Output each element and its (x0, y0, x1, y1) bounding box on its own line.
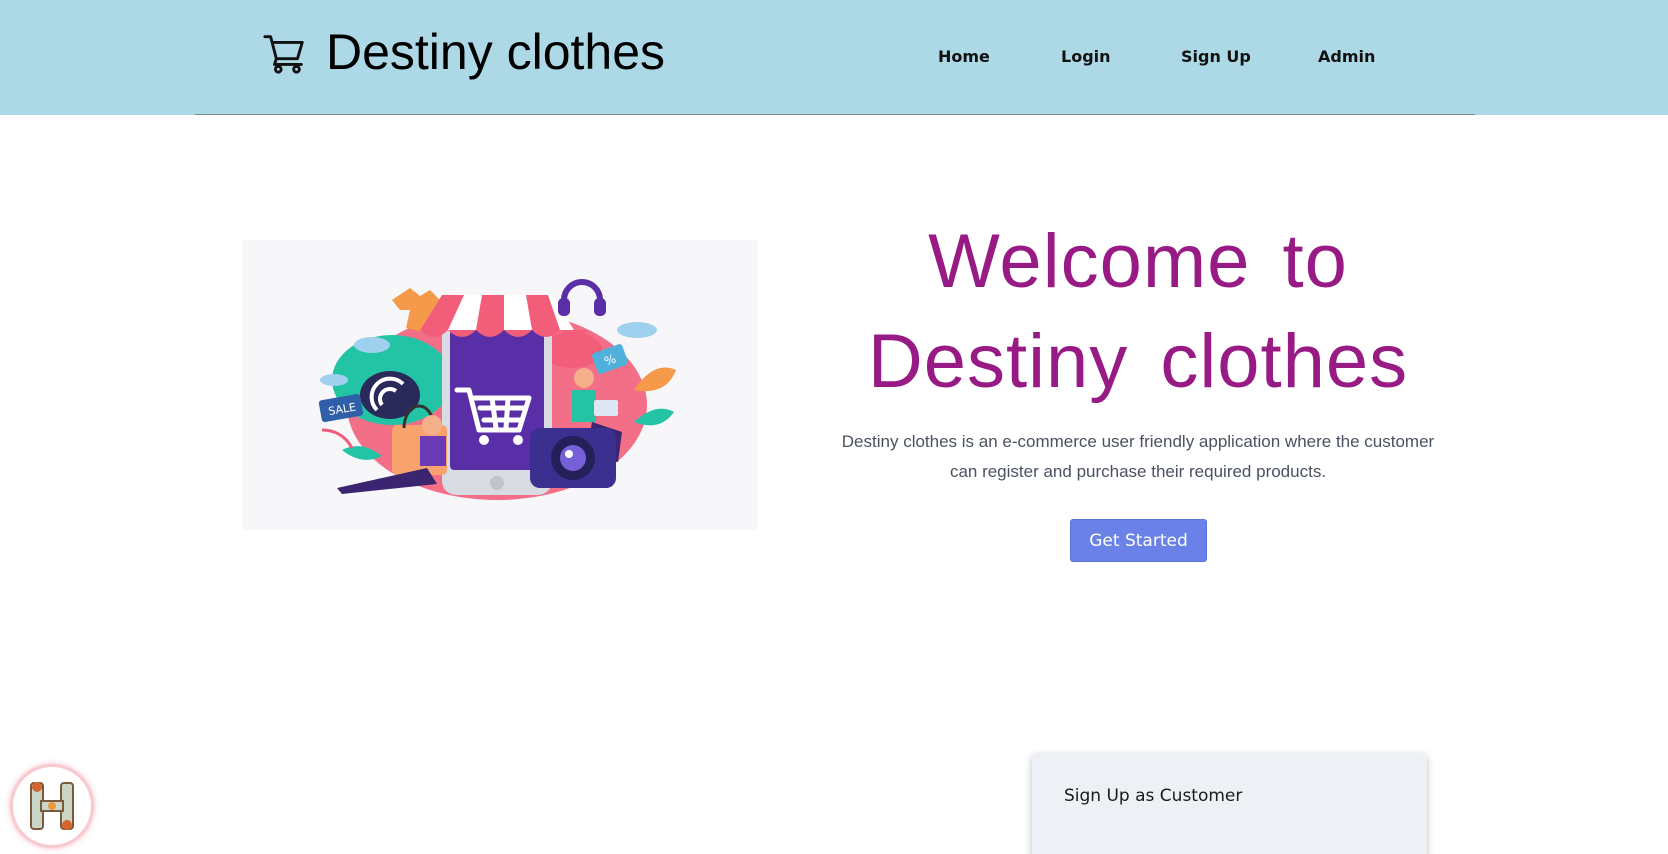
nav-login-link[interactable]: Login (1061, 47, 1111, 66)
hero-description: Destiny clothes is an e-commerce user fr… (841, 432, 1435, 481)
top-header: Destiny clothes Home Login Sign Up Admin (0, 0, 1668, 115)
hero-title-line1: Welcome to (928, 219, 1348, 304)
nav-home-link[interactable]: Home (938, 47, 990, 66)
signup-customer-card[interactable]: Sign Up as Customer (1032, 754, 1427, 854)
hero-title: Welcome to Destiny clothes (838, 212, 1438, 412)
nav-signup-link[interactable]: Sign Up (1181, 47, 1251, 66)
get-started-button[interactable]: Get Started (1070, 519, 1207, 562)
nav-admin-link[interactable]: Admin (1318, 47, 1375, 66)
main-nav: Home Login Sign Up Admin (0, 47, 1668, 73)
signup-card-title: Sign Up as Customer (1064, 786, 1243, 806)
header-divider (195, 114, 1475, 115)
hero-title-line2: Destiny clothes (867, 319, 1409, 404)
h-logo-icon (30, 782, 74, 830)
online-shopping-illustration: % SALE (242, 240, 758, 530)
floating-h-logo-button[interactable] (10, 764, 94, 848)
